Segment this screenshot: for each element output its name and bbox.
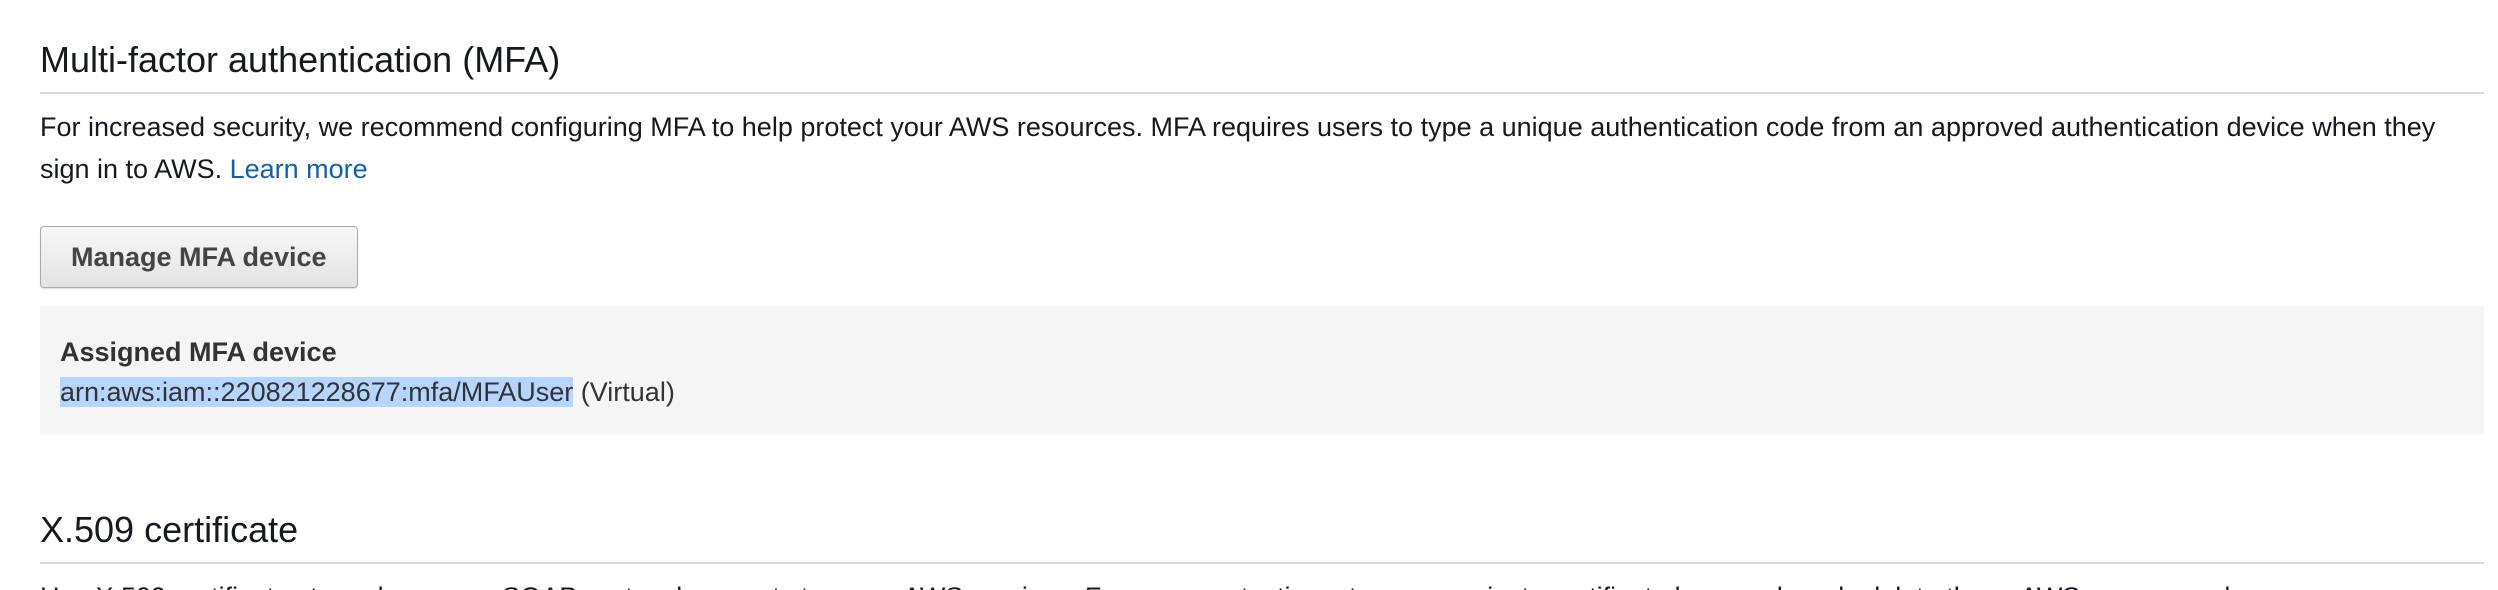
mfa-section: Multi-factor authentication (MFA) For in… <box>40 38 2484 434</box>
x509-section: X.509 certificate Use X.509 certificates… <box>40 508 2484 590</box>
mfa-description-text: For increased security, we recommend con… <box>40 112 2436 184</box>
x509-description: Use X.509 certificates to make secure SO… <box>40 576 2484 590</box>
mfa-device-arn[interactable]: arn:aws:iam::220821228677:mfa/MFAUser <box>60 377 574 407</box>
manage-mfa-device-button[interactable]: Manage MFA device <box>40 226 358 288</box>
x509-section-title: X.509 certificate <box>40 508 2484 564</box>
assigned-mfa-device-label: Assigned MFA device <box>60 337 337 367</box>
assigned-mfa-device-value: arn:aws:iam::220821228677:mfa/MFAUser (V… <box>60 372 2464 412</box>
learn-more-link[interactable]: Learn more <box>230 154 368 184</box>
mfa-description: For increased security, we recommend con… <box>40 106 2484 190</box>
iam-user-security-credentials: Multi-factor authentication (MFA) For in… <box>0 0 2498 590</box>
mfa-section-title: Multi-factor authentication (MFA) <box>40 38 2484 94</box>
assigned-mfa-device-panel: Assigned MFA device arn:aws:iam::2208212… <box>40 306 2484 434</box>
mfa-device-type: (Virtual) <box>580 377 675 407</box>
